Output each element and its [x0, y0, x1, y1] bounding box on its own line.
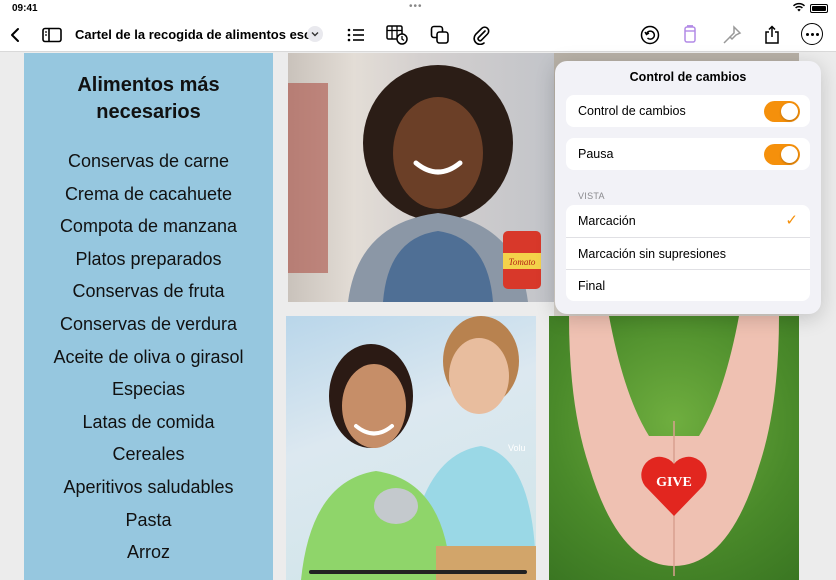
- photo-girl-with-can[interactable]: Tomato: [288, 53, 554, 302]
- back-chevron-icon[interactable]: [4, 24, 26, 46]
- pin-icon[interactable]: [721, 24, 743, 46]
- list-item: Aceite de oliva o girasol: [53, 346, 244, 367]
- document-toolbar: Cartel de la recogida de alimentos esc..…: [0, 18, 836, 52]
- photo-hands-heart[interactable]: GIVE: [549, 316, 799, 580]
- list-item: Platos preparados: [75, 248, 222, 269]
- more-icon[interactable]: [801, 23, 823, 45]
- view-option-label: Marcación: [578, 214, 636, 228]
- share-icon[interactable]: [761, 24, 783, 46]
- list-item: Crema de cacahuete: [64, 183, 233, 204]
- pause-row[interactable]: Pausa: [566, 138, 810, 170]
- wifi-icon: [792, 2, 806, 15]
- pause-toggle[interactable]: [764, 144, 800, 165]
- view-options-card: Marcación ✓ Marcación sin supresiones Fi…: [566, 205, 810, 301]
- paperclip-icon[interactable]: [470, 24, 492, 46]
- multitasking-dots[interactable]: •••: [409, 1, 423, 12]
- status-time: 09:41: [12, 3, 38, 14]
- list-item: Compota de manzana: [59, 216, 238, 237]
- paintbrush-format-icon[interactable]: [679, 24, 701, 46]
- list-item: Pasta: [125, 509, 172, 530]
- popover-title: Control de cambios: [629, 70, 747, 84]
- sidebar-icon[interactable]: [41, 24, 63, 46]
- document-title[interactable]: Cartel de la recogida de alimentos esc..…: [75, 27, 322, 42]
- list-item: Cereales: [112, 444, 185, 465]
- shirt-text: Volu: [508, 443, 526, 453]
- photo-volunteers[interactable]: Volu: [286, 316, 536, 580]
- home-indicator[interactable]: [309, 570, 527, 574]
- view-option-markup[interactable]: Marcación ✓: [566, 205, 810, 237]
- pause-label: Pausa: [578, 147, 614, 161]
- view-option-markup-no-deletions[interactable]: Marcación sin supresiones: [566, 237, 810, 269]
- view-option-label: Final: [578, 279, 606, 293]
- list-icon[interactable]: [345, 24, 367, 46]
- toggle-card-pause: Pausa: [566, 138, 810, 170]
- list-item: Aperitivos saludables: [63, 476, 234, 497]
- list-item: Conservas de verdura: [59, 313, 238, 334]
- can-label: Tomato: [509, 257, 536, 267]
- view-option-final[interactable]: Final: [566, 269, 810, 301]
- list-item: Conservas de carne: [67, 151, 230, 171]
- shapes-icon[interactable]: [429, 24, 451, 46]
- track-changes-toggle[interactable]: [764, 101, 800, 122]
- track-changes-label: Control de cambios: [578, 104, 686, 118]
- list-item: Arroz: [126, 542, 170, 563]
- volunteers-illustration: Volu: [301, 316, 536, 580]
- view-option-label: Marcación sin supresiones: [578, 247, 726, 261]
- view-section-label: VISTA: [578, 191, 605, 201]
- list-item: Especias: [111, 379, 186, 400]
- checkmark-icon: ✓: [785, 212, 798, 229]
- needed-foods-panel[interactable]: Alimentos más necesarios Conservas de ca…: [24, 53, 273, 580]
- hands-illustration: GIVE: [569, 316, 779, 576]
- girl-illustration: Tomato: [288, 65, 541, 302]
- track-changes-popover: Control de cambios Control de cambios Pa…: [555, 61, 821, 314]
- food-list: Conservas de carne Crema de cacahuete Co…: [24, 145, 273, 569]
- battery-icon: [810, 4, 828, 13]
- list-heading-line1: Alimentos más: [77, 74, 220, 96]
- list-heading-line2: necesarios: [96, 101, 201, 123]
- title-menu-chevron-icon[interactable]: [307, 26, 323, 42]
- track-changes-row[interactable]: Control de cambios: [566, 95, 810, 127]
- heart-text: GIVE: [656, 475, 692, 490]
- list-item: Latas de comida: [82, 411, 215, 432]
- toggle-card-track-changes: Control de cambios: [566, 95, 810, 127]
- table-chart-icon[interactable]: [386, 24, 408, 46]
- status-bar: 09:41 •••: [0, 0, 836, 18]
- list-item: Conservas de fruta: [72, 281, 225, 302]
- list-heading: Alimentos más necesarios: [24, 72, 273, 126]
- undo-icon[interactable]: [639, 24, 661, 46]
